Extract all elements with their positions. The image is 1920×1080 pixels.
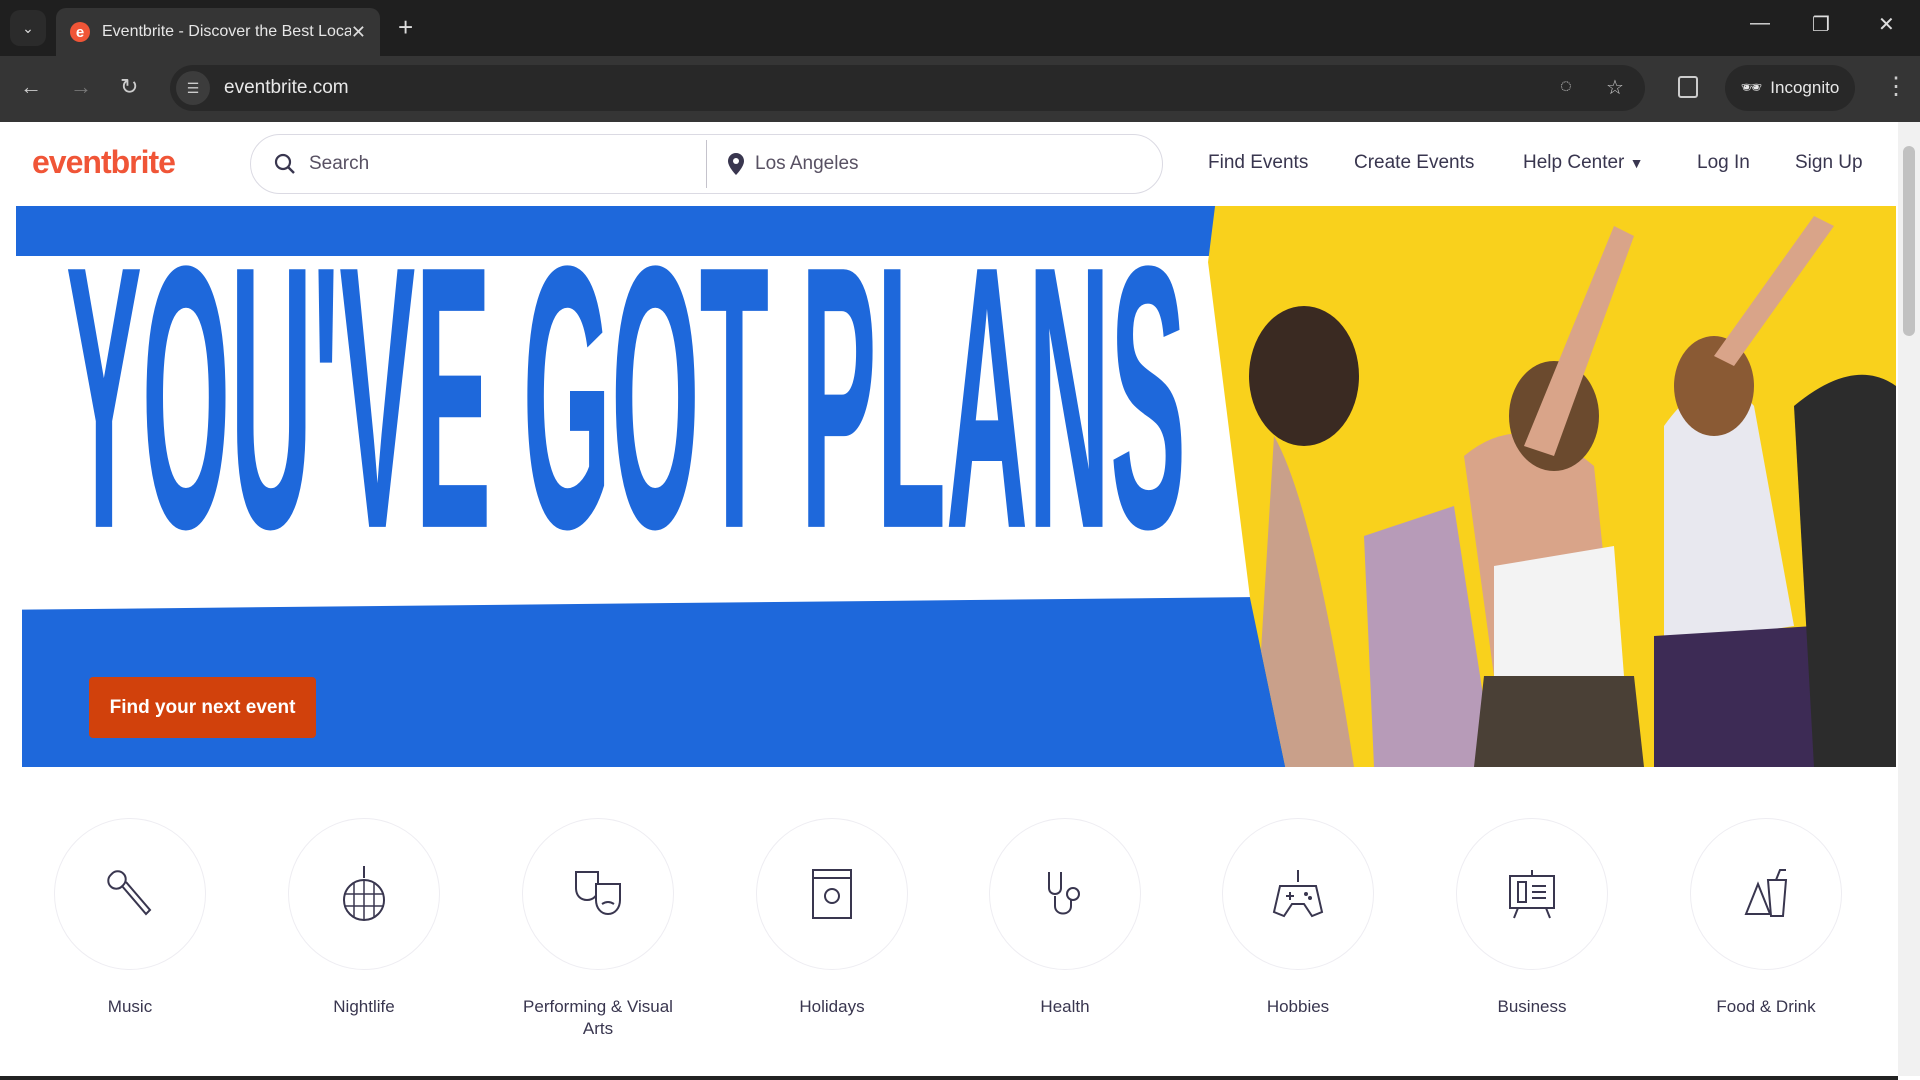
category-health[interactable]: Health — [965, 818, 1165, 1018]
microphone-icon — [107, 870, 152, 916]
search-placeholder: Search — [309, 153, 370, 174]
chevron-down-icon: ▼ — [1629, 155, 1644, 171]
category-label: Health — [1040, 997, 1090, 1016]
forward-button[interactable]: → — [70, 74, 92, 100]
new-tab-button[interactable]: + — [398, 12, 413, 43]
close-window-button[interactable]: ✕ — [1878, 12, 1895, 37]
browser-toolbar: ← → ↻ ☰ eventbrite.com ◌ ☆ 🕶 Incognito ⋮ — [0, 56, 1920, 122]
hero-headline-text: YOU'VE GOT PLANS — [66, 246, 1186, 586]
sign-up-link[interactable]: Sign Up — [1795, 152, 1863, 174]
category-music[interactable]: Music — [30, 818, 230, 1018]
side-panel-icon[interactable] — [1678, 76, 1698, 98]
category-label: Hobbies — [1266, 997, 1330, 1016]
hero-photo-dancers — [1208, 206, 1896, 767]
category-nightlife[interactable]: Nightlife — [264, 818, 464, 1018]
scrollbar-thumb[interactable] — [1903, 146, 1915, 336]
address-bar[interactable]: ☰ eventbrite.com ◌ ☆ — [170, 65, 1645, 111]
site-info-icon[interactable]: ☰ — [176, 71, 210, 105]
search-icon — [274, 153, 295, 174]
log-in-link[interactable]: Log In — [1697, 152, 1750, 174]
help-center-dropdown[interactable]: Help Center ▼ — [1523, 152, 1644, 174]
category-food-drink[interactable]: Food & Drink — [1666, 818, 1866, 1018]
category-label: Music — [107, 997, 153, 1016]
bookmark-star-icon[interactable]: ☆ — [1606, 75, 1624, 100]
hero-headline: YOU'VE GOT PLANS — [66, 246, 1186, 586]
search-input[interactable]: Search — [251, 140, 707, 188]
url-text: eventbrite.com — [224, 77, 349, 98]
browser-tab-bar: ⌄ e Eventbrite - Discover the Best Local… — [0, 0, 1920, 56]
category-business[interactable]: Business — [1432, 818, 1632, 1018]
create-events-link[interactable]: Create Events — [1354, 152, 1474, 174]
category-holidays[interactable]: Holidays — [732, 818, 932, 1018]
category-label: Food & Drink — [1716, 997, 1816, 1016]
location-input[interactable]: Los Angeles — [707, 135, 859, 193]
category-performing-visual-arts[interactable]: Performing & Visual Arts — [498, 818, 698, 1040]
location-value: Los Angeles — [755, 153, 859, 174]
food-drink-icon — [1744, 869, 1788, 917]
minimize-button[interactable]: — — [1750, 12, 1770, 35]
hero-banner: YOU'VE GOT PLANS Find your next event — [16, 206, 1896, 767]
category-label: Holidays — [799, 997, 865, 1016]
eye-off-icon[interactable]: ◌ — [1560, 75, 1572, 98]
incognito-indicator[interactable]: 🕶 Incognito — [1725, 65, 1855, 111]
back-button[interactable]: ← — [20, 74, 42, 100]
presentation-board-icon — [1509, 870, 1555, 919]
tab-title: Eventbrite - Discover the Best Local Eve… — [102, 23, 351, 40]
reload-button[interactable]: ↻ — [120, 74, 138, 100]
theater-masks-icon — [575, 871, 621, 916]
category-label: Performing & Visual Arts — [523, 997, 673, 1038]
browser-menu-icon[interactable]: ⋮ — [1884, 72, 1908, 101]
eventbrite-logo[interactable]: eventbrite — [32, 144, 176, 181]
find-events-link[interactable]: Find Events — [1208, 152, 1308, 174]
search-bar: Search Los Angeles — [250, 134, 1163, 194]
page-scrollbar[interactable] — [1898, 122, 1920, 1076]
gamepad-icon — [1272, 870, 1324, 918]
category-label: Business — [1497, 997, 1567, 1016]
site-header: eventbrite Search Los Angeles Find Event… — [0, 122, 1898, 206]
incognito-icon: 🕶 — [1740, 78, 1763, 97]
disco-ball-icon — [343, 866, 385, 921]
browser-tab[interactable]: e Eventbrite - Discover the Best Local E… — [56, 8, 380, 56]
close-tab-icon[interactable]: ✕ — [351, 22, 366, 43]
taskbar-edge — [0, 1076, 1898, 1080]
calendar-sun-icon — [812, 869, 852, 919]
help-center-label: Help Center — [1523, 152, 1625, 173]
stethoscope-icon — [1048, 872, 1080, 915]
location-pin-icon — [728, 153, 744, 175]
eventbrite-favicon: e — [70, 22, 90, 42]
tab-search-button[interactable]: ⌄ — [10, 10, 46, 46]
restore-button[interactable]: ❐ — [1812, 12, 1830, 37]
incognito-label: Incognito — [1770, 78, 1840, 97]
category-hobbies[interactable]: Hobbies — [1198, 818, 1398, 1018]
find-next-event-button[interactable]: Find your next event — [89, 677, 316, 738]
category-label: Nightlife — [333, 997, 395, 1016]
